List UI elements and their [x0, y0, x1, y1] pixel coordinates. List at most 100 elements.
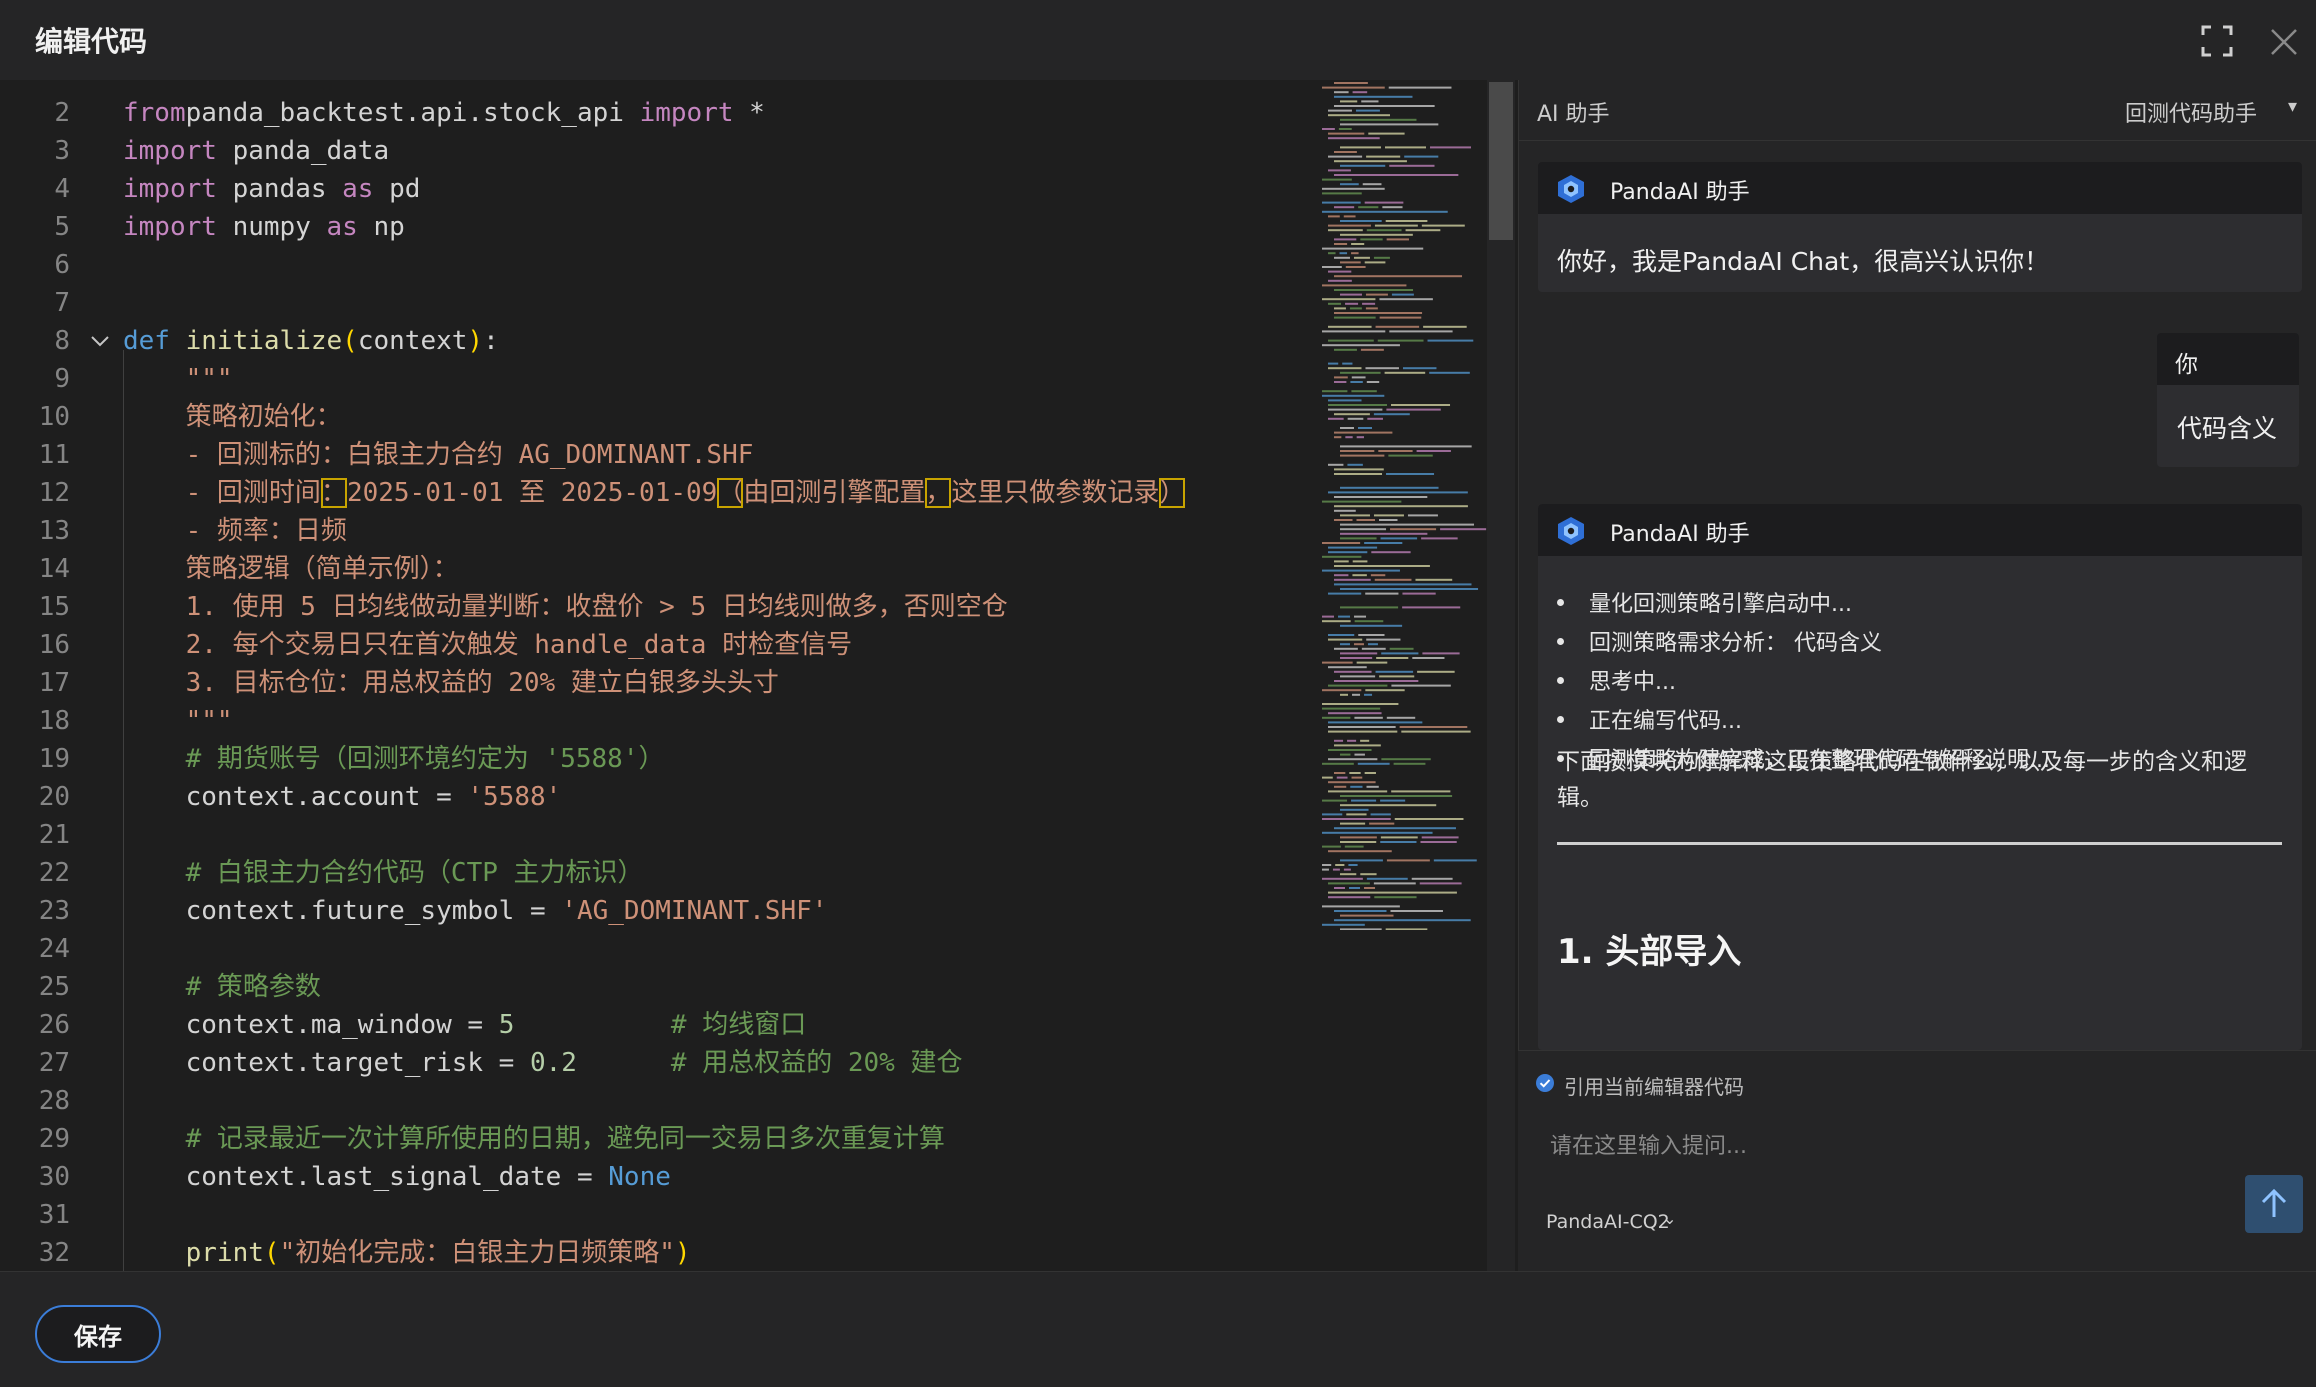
minimap-line [1328, 666, 1367, 669]
minimap-line [1402, 592, 1436, 595]
minimap-line [1379, 675, 1415, 678]
code-text: import numpy as np [123, 208, 405, 246]
bot-response-card: PandaAI 助手 量化回测策略引擎启动中... 回测策略需求分析： 代码含义… [1538, 504, 2302, 1050]
minimap-line [1365, 293, 1388, 296]
code-line[interactable]: 26 context.ma_window = 5 # 均线窗口 [0, 1006, 1310, 1044]
minimap-line [1362, 183, 1382, 186]
minimap-line [1328, 896, 1371, 899]
code-line[interactable]: 12 - 回测时间：2025-01-01 至 2025-01-09（由回测引擎配… [0, 474, 1310, 512]
code-line[interactable]: 31 [0, 1196, 1310, 1234]
code-line[interactable]: 5 import numpy as np [0, 208, 1310, 246]
minimap-line [1328, 367, 1362, 370]
fullscreen-icon[interactable] [2200, 24, 2234, 58]
code-line[interactable]: 6 [0, 246, 1310, 284]
include-code-label[interactable]: 引用当前编辑器代码 [1564, 1071, 1744, 1100]
code-line[interactable]: 3 import panda_data [0, 132, 1310, 170]
minimap-line [1322, 799, 1348, 802]
code-line[interactable]: 8 def initialize(context): [0, 322, 1310, 360]
code-line[interactable]: 29 # 记录最近一次计算所使用的日期，避免同一交易日多次重复计算 [0, 1120, 1310, 1158]
minimap-line [1322, 716, 1351, 719]
minimap-line [1366, 877, 1408, 880]
code-line[interactable]: 15 1. 使用 5 日均线做动量判断：收盘价 > 5 日均线则做多，否则空仓 [0, 588, 1310, 626]
editor-scrollbar-thumb[interactable] [1489, 82, 1513, 240]
code-line[interactable]: 2 frompanda_backtest.api.stock_api import… [0, 94, 1310, 132]
code-line[interactable]: 27 context.target_risk = 0.2 # 用总权益的 20%… [0, 1044, 1310, 1082]
line-number: 14 [38, 554, 70, 584]
code-line[interactable]: 32 print("初始化完成：白银主力日频策略") [0, 1234, 1310, 1271]
minimap-line [1334, 505, 1468, 508]
code-line[interactable]: 21 [0, 816, 1310, 854]
code-line[interactable]: 16 2. 每个交易日只在首次触发 handle_data 时检查信号 [0, 626, 1310, 664]
code-token: initialize [185, 326, 343, 356]
minimap-line [1328, 302, 1342, 305]
minimap-line [1390, 528, 1437, 531]
minimap-line [1334, 578, 1371, 581]
minimap-line [1358, 634, 1385, 636]
prompt-input[interactable] [1548, 1125, 2252, 1167]
minimap-line [1342, 362, 1353, 365]
minimap-line [1386, 859, 1430, 862]
code-line[interactable]: 11 - 回测标的：白银主力合约 AG_DOMINANT.SHF [0, 436, 1310, 474]
code-line[interactable]: 7 [0, 284, 1310, 322]
code-token: - 回测标的：白银主力合约 AG_DOMINANT.SHF [123, 440, 754, 470]
code-line[interactable]: 28 [0, 1082, 1310, 1120]
code-line[interactable]: 14 策略逻辑（简单示例）： [0, 550, 1310, 588]
code-line[interactable]: 23 context.future_symbol = 'AG_DOMINANT.… [0, 892, 1310, 930]
chevron-down-icon[interactable]: ⌄ [1663, 1209, 1676, 1228]
bot-greeting-text: 你好，我是PandaAI Chat，很高兴认识你！ [1557, 247, 2050, 276]
minimap-line [1322, 620, 1351, 623]
chevron-down-icon[interactable]: ▾ [2288, 96, 2297, 117]
include-code-checkbox[interactable] [1535, 1073, 1555, 1093]
minimap-line [1351, 390, 1377, 393]
minimap-line [1328, 638, 1363, 641]
minimap-line [1352, 91, 1368, 94]
code-token: pandas [216, 174, 343, 204]
save-button[interactable]: 保存 [35, 1305, 161, 1363]
assistant-header: AI 助手 回测代码助手 ▾ [1519, 80, 2316, 141]
code-token: 这里只做参数记录 [951, 478, 1160, 508]
send-button[interactable] [2245, 1175, 2303, 1233]
code-minimap[interactable] [1320, 80, 1490, 930]
minimap-line [1328, 279, 1352, 282]
minimap-line [1340, 164, 1386, 167]
close-icon[interactable] [2266, 24, 2302, 60]
minimap-line [1366, 785, 1379, 788]
minimap-line [1340, 454, 1385, 457]
code-line[interactable]: 4 import pandas as pd [0, 170, 1310, 208]
code-editor[interactable]: 2 frompanda_backtest.api.stock_api import… [0, 80, 1518, 1271]
minimap-line [1340, 233, 1413, 236]
editor-scrollbar[interactable] [1487, 80, 1515, 1271]
code-line[interactable]: 9 """ [0, 360, 1310, 398]
code-line[interactable]: 10 策略初始化： [0, 398, 1310, 436]
minimap-line [1340, 624, 1403, 627]
code-token: context.account = [123, 782, 468, 812]
code-text: # 策略参数 [123, 968, 321, 1006]
code-line[interactable]: 20 context.account = '5588' [0, 778, 1310, 816]
code-line[interactable]: 24 [0, 930, 1310, 968]
minimap-line [1328, 137, 1380, 140]
minimap-line [1374, 896, 1417, 899]
minimap-line [1356, 436, 1365, 439]
minimap-line [1353, 256, 1370, 259]
code-text: context.ma_window = 5 # 均线窗口 [123, 1006, 807, 1044]
minimap-line [1360, 348, 1384, 351]
fold-chevron-icon[interactable] [88, 322, 112, 360]
bullet-icon [1557, 677, 1564, 684]
code-line[interactable]: 17 3. 目标仓位：用总权益的 20% 建立白银多头头寸 [0, 664, 1310, 702]
minimap-line [1364, 542, 1403, 544]
code-line[interactable]: 30 context.last_signal_date = None [0, 1158, 1310, 1196]
minimap-line [1340, 427, 1355, 429]
code-line[interactable]: 22 # 白银主力合约代码（CTP 主力标识） [0, 854, 1310, 892]
minimap-line [1388, 86, 1452, 89]
code-text: 3. 目标仓位：用总权益的 20% 建立白银多头头寸 [123, 664, 779, 702]
code-token: # 用总权益的 20% 建仓 [670, 1048, 963, 1078]
code-line[interactable]: 25 # 策略参数 [0, 968, 1310, 1006]
code-line[interactable]: 19 # 期货账号（回测环境约定为 '5588'） [0, 740, 1310, 778]
minimap-line [1365, 367, 1399, 370]
code-token: # 白银主力合约代码（CTP 主力标识） [123, 858, 644, 888]
assistant-mode-select[interactable]: 回测代码助手 [2125, 96, 2257, 128]
model-select[interactable]: PandaAI-CQ2 [1546, 1211, 1670, 1233]
code-line[interactable]: 13 - 频率：日频 [0, 512, 1310, 550]
code-line[interactable]: 18 """ [0, 702, 1310, 740]
